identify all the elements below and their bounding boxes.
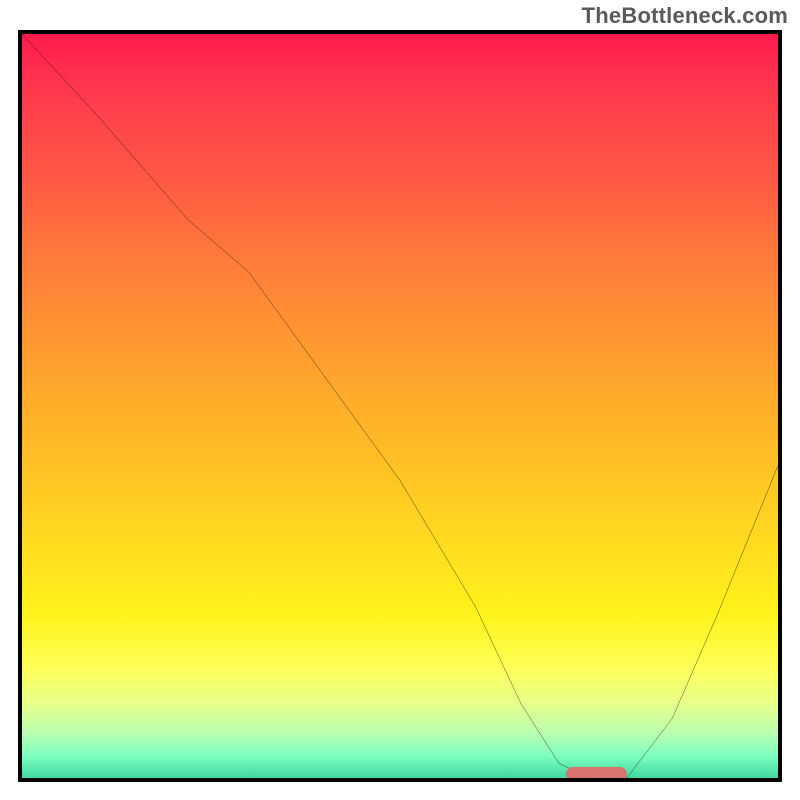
plot-area	[18, 30, 782, 782]
optimal-marker	[566, 767, 626, 781]
background-gradient	[22, 34, 778, 778]
chart-frame: TheBottleneck.com	[0, 0, 800, 800]
watermark-text: TheBottleneck.com	[582, 3, 788, 29]
